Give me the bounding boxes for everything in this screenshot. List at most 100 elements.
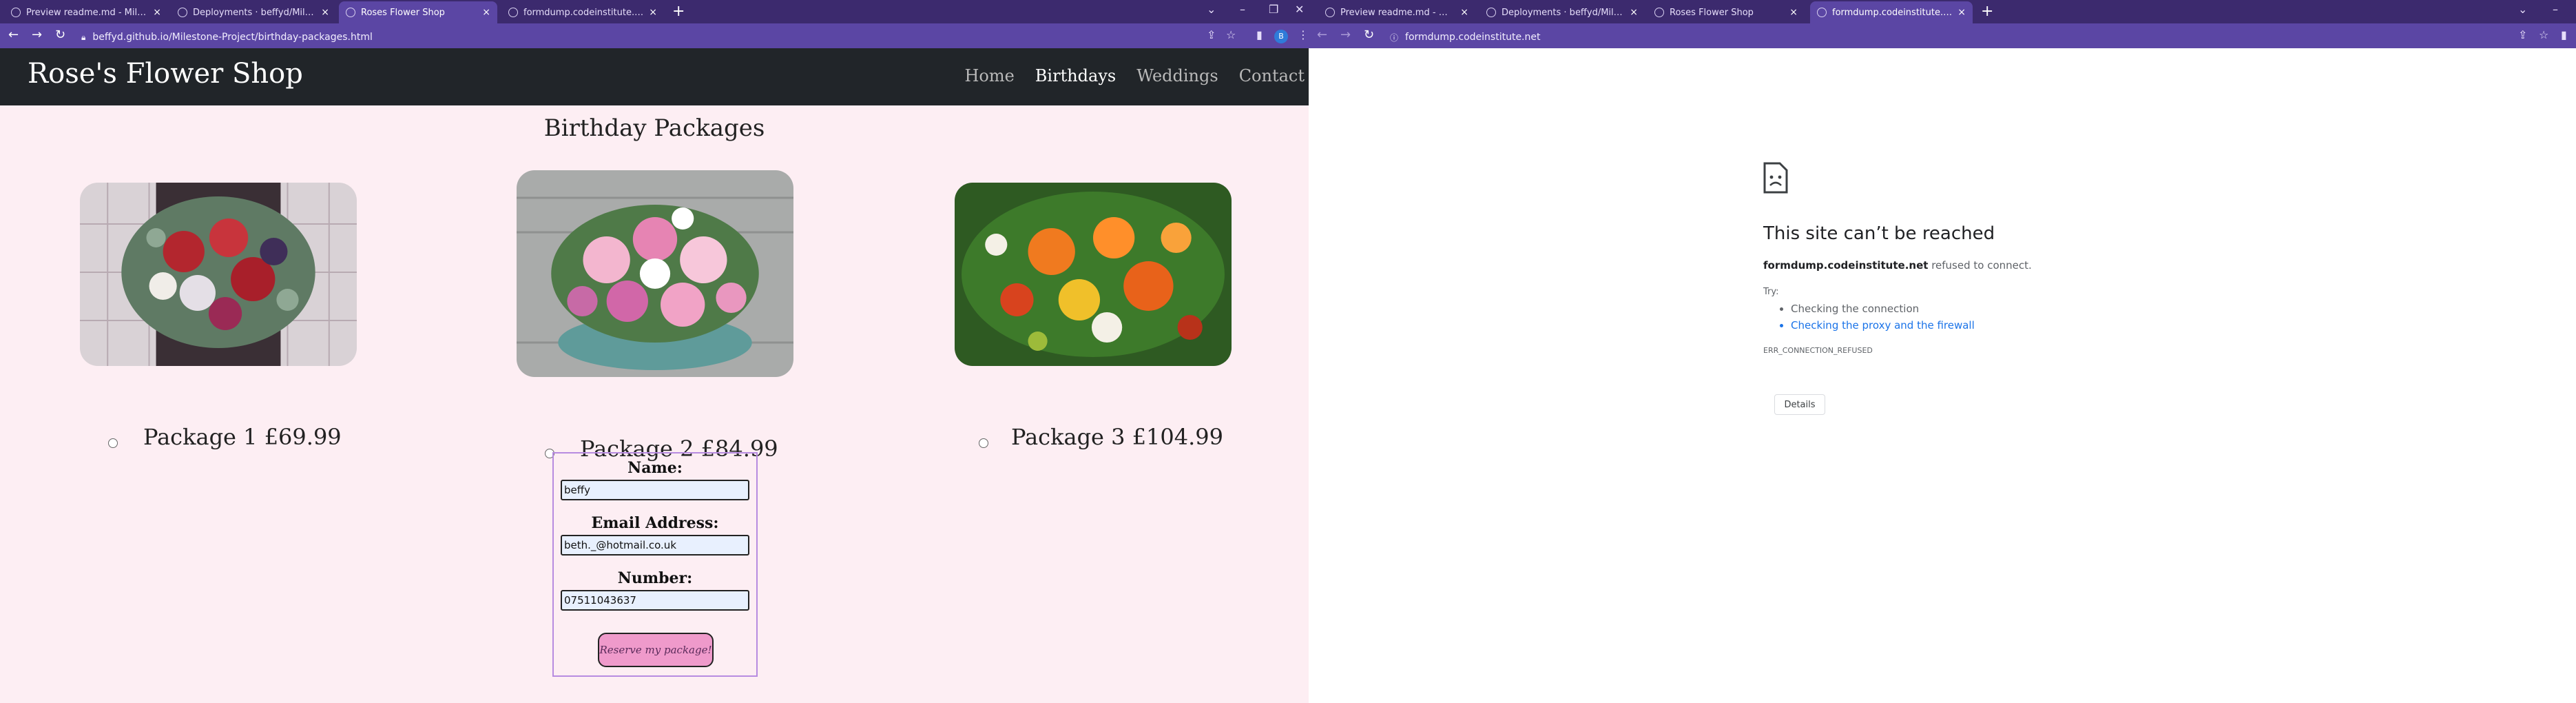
close-window-icon[interactable]: ✕ <box>1295 3 1304 16</box>
details-button[interactable]: Details <box>1774 394 1825 415</box>
tab-formdump[interactable]: formdump.codeinstitute.net × <box>501 1 664 23</box>
nav-contact[interactable]: Contact <box>1239 66 1305 85</box>
tab-roses-flower-shop[interactable]: Roses Flower Shop × <box>339 1 497 23</box>
error-description: formdump.codeinstitute.net refused to co… <box>1763 259 2032 272</box>
close-icon[interactable]: × <box>649 7 657 18</box>
profile-avatar[interactable]: B <box>1274 30 1288 43</box>
tab-deployments[interactable]: Deployments · beffyd/Milestone × <box>171 1 336 23</box>
nav-birthdays[interactable]: Birthdays <box>1035 66 1116 85</box>
back-icon[interactable]: ← <box>1317 28 1327 42</box>
package-2-image <box>517 170 793 377</box>
flower-shop-page: Rose's Flower Shop Home Birthdays Weddin… <box>0 48 1309 703</box>
close-icon[interactable]: × <box>1789 7 1798 18</box>
try-label: Try: <box>1763 287 1779 297</box>
tab-label: Deployments · beffyd/Milestone <box>1502 7 1624 18</box>
share-icon[interactable]: ⇪ <box>1207 28 1216 41</box>
error-desc-suffix: refused to connect. <box>1928 259 2032 272</box>
close-icon[interactable]: × <box>482 7 490 18</box>
tab-roses-flower-shop[interactable]: Roses Flower Shop × <box>1648 1 1805 23</box>
restore-icon[interactable]: ❐ <box>1269 3 1278 16</box>
tab-label: Preview readme.md - Milestone <box>26 7 147 18</box>
close-icon[interactable]: × <box>321 7 329 18</box>
name-label: Name: <box>627 459 683 477</box>
tab-label: Roses Flower Shop <box>361 7 445 18</box>
tab-label: Deployments · beffyd/Milestone <box>193 7 315 18</box>
close-icon[interactable]: × <box>1957 7 1966 18</box>
number-label: Number: <box>617 569 693 587</box>
error-host: formdump.codeinstitute.net <box>1763 259 1929 272</box>
error-title: This site can’t be reached <box>1763 223 1995 244</box>
reload-icon[interactable]: ↻ <box>1364 28 1374 42</box>
left-browser-window: Preview readme.md - Milestone × Deployme… <box>0 0 1309 703</box>
reservation-form: Name: beffy Email Address: beth._@hotmai… <box>552 452 758 677</box>
globe-icon <box>1817 8 1827 17</box>
email-input[interactable]: beth._@hotmail.co.uk <box>561 535 749 556</box>
page-title: Birthday Packages <box>543 114 765 142</box>
tab-deployments[interactable]: Deployments · beffyd/Milestone × <box>1479 1 1645 23</box>
tab-strip: Preview readme.md - Milestone × Deployme… <box>0 0 1309 23</box>
name-input[interactable]: beffy <box>561 480 749 500</box>
suggestion-list: Checking the connection Checking the pro… <box>1777 300 1975 334</box>
nav-links: Home Birthdays Weddings Contact <box>964 66 1305 85</box>
tab-search-icon[interactable]: ⌄ <box>2518 3 2527 16</box>
package-3-image <box>955 183 1232 366</box>
star-icon[interactable]: ☆ <box>2539 28 2548 41</box>
minimize-icon[interactable]: – <box>1240 3 1245 16</box>
github-icon <box>1486 8 1496 17</box>
new-tab-button[interactable]: + <box>1981 3 1993 20</box>
info-icon: ⓘ <box>1390 32 1399 43</box>
globe-icon <box>508 8 518 17</box>
package-3-label: Package 3 £104.99 <box>1011 424 1224 450</box>
suggestion-check-connection: Checking the connection <box>1791 300 1975 317</box>
sad-page-icon <box>1762 162 1789 196</box>
reserve-package-button[interactable]: Reserve my package! <box>598 633 714 667</box>
tab-preview-readme[interactable]: Preview readme.md - Milestone × <box>4 1 168 23</box>
tab-label: Roses Flower Shop <box>1670 7 1754 18</box>
close-icon[interactable]: × <box>153 7 161 18</box>
sidebar-icon[interactable]: ▮ <box>2561 28 2567 41</box>
error-code: ERR_CONNECTION_REFUSED <box>1763 346 1873 355</box>
site-navbar: Rose's Flower Shop Home Birthdays Weddin… <box>0 48 1309 105</box>
browser-toolbar: ← → ↻ 🔒︎ beffyd.github.io/Milestone-Proj… <box>0 23 1309 48</box>
minimize-icon[interactable]: – <box>2553 3 2558 16</box>
tab-label: formdump.codeinstitute.net <box>523 7 644 18</box>
github-icon <box>178 8 187 17</box>
url-text: formdump.codeinstitute.net <box>1405 32 1541 43</box>
right-browser-window: Preview readme.md - Milestone × Deployme… <box>1309 0 2576 703</box>
close-icon[interactable]: × <box>1630 7 1638 18</box>
number-input[interactable]: 07511043637 <box>561 590 749 611</box>
star-icon[interactable]: ☆ <box>1226 28 1236 41</box>
browser-toolbar: ← → ↻ ⓘ formdump.codeinstitute.net ⇪ ☆ ▮ <box>1309 23 2576 48</box>
nav-home[interactable]: Home <box>964 66 1014 85</box>
new-tab-button[interactable]: + <box>672 3 685 20</box>
nav-weddings[interactable]: Weddings <box>1136 66 1218 85</box>
tab-search-icon[interactable]: ⌄ <box>1207 3 1216 16</box>
tab-preview-readme[interactable]: Preview readme.md - Milestone × <box>1318 1 1475 23</box>
github-icon <box>1325 8 1335 17</box>
package-1-radio[interactable] <box>108 438 118 448</box>
tab-strip: Preview readme.md - Milestone × Deployme… <box>1309 0 2576 23</box>
address-bar[interactable]: 🔒︎ beffyd.github.io/Milestone-Project/bi… <box>81 29 1128 45</box>
back-icon[interactable]: ← <box>8 28 19 42</box>
site-brand[interactable]: Rose's Flower Shop <box>28 58 303 90</box>
share-icon[interactable]: ⇪ <box>2518 28 2527 41</box>
package-1-image <box>80 183 357 366</box>
error-page: This site can’t be reached formdump.code… <box>1309 48 2576 703</box>
package-1-label: Package 1 £69.99 <box>143 424 342 450</box>
forward-icon[interactable]: → <box>32 28 42 42</box>
globe-icon <box>346 8 355 17</box>
sidebar-icon[interactable]: ▮ <box>1256 28 1263 41</box>
package-3-radio[interactable] <box>979 438 988 448</box>
close-icon[interactable]: × <box>1460 7 1468 18</box>
forward-icon[interactable]: → <box>1340 28 1351 42</box>
suggestion-check-proxy-link[interactable]: Checking the proxy and the firewall <box>1791 317 1975 334</box>
menu-icon[interactable]: ⋮ <box>1298 28 1309 41</box>
email-label: Email Address: <box>591 514 719 532</box>
globe-icon <box>1654 8 1664 17</box>
github-icon <box>11 8 21 17</box>
tab-label: formdump.codeinstitute.net <box>1832 7 1953 18</box>
tab-label: Preview readme.md - Milestone <box>1340 7 1455 18</box>
tab-formdump[interactable]: formdump.codeinstitute.net × <box>1810 1 1973 23</box>
address-bar[interactable]: ⓘ formdump.codeinstitute.net <box>1390 29 2423 45</box>
reload-icon[interactable]: ↻ <box>55 28 65 42</box>
